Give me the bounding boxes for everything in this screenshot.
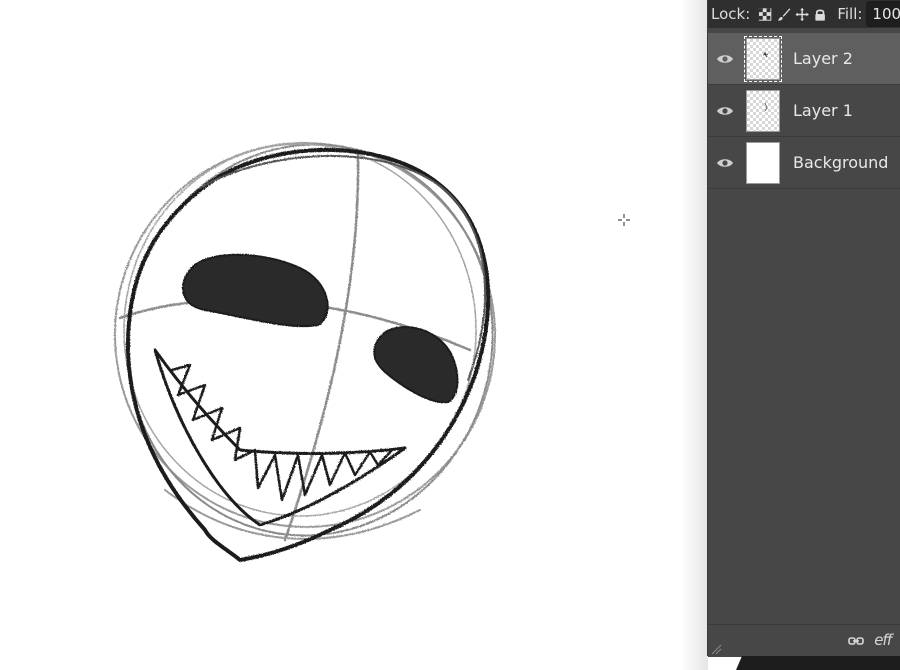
fill-label: Fill: xyxy=(837,5,863,23)
visibility-eye-icon[interactable] xyxy=(716,105,734,117)
layer-row-background[interactable]: Background xyxy=(708,137,900,189)
layer-name: Background xyxy=(793,153,889,172)
layers-footer: eff xyxy=(708,624,900,657)
layer-row-layer-1[interactable]: Layer 1 xyxy=(708,85,900,137)
sketch-artwork xyxy=(113,142,497,562)
move-lock-icon[interactable] xyxy=(795,7,809,22)
padlock-icon[interactable] xyxy=(813,7,827,22)
link-layers-icon[interactable] xyxy=(848,635,864,647)
effects-button[interactable]: eff xyxy=(874,631,892,649)
layer-row-layer-2[interactable]: Layer 2 xyxy=(708,33,900,85)
lock-toolbar: Lock: Fill: 100% xyxy=(708,0,900,28)
layer-name: Layer 2 xyxy=(793,49,853,68)
fill-opacity-input[interactable]: 100% xyxy=(866,1,900,27)
layer-thumbnail xyxy=(746,89,780,132)
layers-panel: Lock: Fill: 100% xyxy=(707,0,900,657)
lock-label: Lock: xyxy=(711,5,751,23)
crosshair-cursor-icon xyxy=(618,214,630,226)
panel-shadow xyxy=(680,0,708,670)
brush-lock-icon[interactable] xyxy=(777,7,791,22)
drawing-canvas[interactable] xyxy=(0,0,708,670)
resize-grip-icon[interactable] xyxy=(710,643,722,655)
visibility-eye-icon[interactable] xyxy=(716,53,734,65)
visibility-eye-icon[interactable] xyxy=(716,157,734,169)
bottom-bar xyxy=(742,656,900,670)
transparency-lock-icon[interactable] xyxy=(758,7,772,22)
layer-thumbnail xyxy=(746,141,780,184)
layer-thumbnail xyxy=(744,35,782,82)
layer-name: Layer 1 xyxy=(793,101,853,120)
